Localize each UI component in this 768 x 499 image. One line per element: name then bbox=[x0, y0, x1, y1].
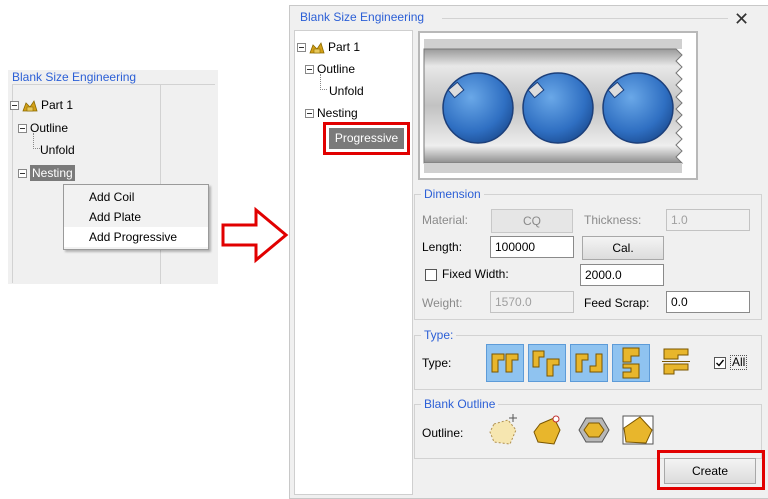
progressive-preview-image bbox=[418, 31, 698, 180]
part-icon bbox=[309, 42, 325, 54]
context-menu: Add Coil Add Plate Add Progressive bbox=[63, 184, 209, 250]
collapse-icon[interactable] bbox=[297, 43, 306, 53]
cal-button[interactable]: Cal. bbox=[582, 236, 664, 260]
type-opposed-l-button[interactable] bbox=[486, 344, 524, 382]
type-legend: Type: bbox=[421, 328, 457, 342]
collapse-icon[interactable] bbox=[305, 109, 314, 119]
type-staggered-l-icon bbox=[532, 350, 560, 377]
tree-outline[interactable]: Outline bbox=[305, 62, 355, 76]
menu-add-progressive[interactable]: Add Progressive bbox=[64, 227, 208, 247]
type-staggered-l-button[interactable] bbox=[528, 344, 566, 382]
material-label: Material: bbox=[422, 213, 469, 227]
title-rule bbox=[442, 18, 728, 19]
type-horizontal-stack-button[interactable] bbox=[658, 344, 696, 382]
type-horizontal-stack-icon bbox=[662, 348, 690, 375]
outline-hexagon-icon[interactable] bbox=[576, 412, 612, 448]
weight-label: Weight: bbox=[422, 296, 463, 310]
dialog-title: Blank Size Engineering bbox=[298, 10, 427, 24]
dimension-legend: Dimension bbox=[421, 187, 484, 201]
outline-label: Outline: bbox=[422, 426, 464, 440]
thickness-label: Thickness: bbox=[584, 213, 642, 227]
part-icon bbox=[22, 100, 38, 112]
tree-nesting[interactable]: Nesting bbox=[305, 106, 358, 120]
type-mirrored-l-icon bbox=[575, 353, 603, 373]
dialog-tree-panel: Part 1 Outline Unfold Nesting Progressiv… bbox=[294, 30, 413, 495]
outline-polygon-icon[interactable] bbox=[530, 412, 566, 448]
outline-bounding-box-icon[interactable] bbox=[620, 412, 656, 448]
right-arrow-icon bbox=[221, 206, 289, 264]
checkmark-icon bbox=[716, 359, 725, 367]
tree-progressive[interactable]: Progressive bbox=[329, 128, 404, 149]
blank-outline-legend: Blank Outline bbox=[421, 397, 499, 411]
tree-connector bbox=[33, 133, 40, 149]
fixed-width-input[interactable]: 2000.0 bbox=[580, 264, 664, 286]
blank-size-dialog: Blank Size Engineering ✕ Part 1 Outline … bbox=[289, 5, 768, 499]
all-checkbox[interactable] bbox=[714, 357, 726, 369]
thickness-input[interactable]: 1.0 bbox=[666, 209, 750, 231]
menu-add-plate[interactable]: Add Plate bbox=[64, 207, 208, 227]
fixed-width-checkbox[interactable] bbox=[425, 269, 437, 281]
outline-add-point-icon[interactable] bbox=[486, 412, 522, 448]
fixed-width-label: Fixed Width: bbox=[442, 267, 509, 281]
tree-connector bbox=[320, 74, 327, 90]
material-button[interactable]: CQ bbox=[491, 209, 573, 233]
all-label: All bbox=[730, 355, 748, 370]
type-vertical-stack-button[interactable] bbox=[612, 344, 650, 382]
feed-scrap-input[interactable]: 0.0 bbox=[666, 291, 750, 313]
tree-nesting-label: Nesting bbox=[317, 106, 358, 120]
left-tree-unfold[interactable]: Unfold bbox=[40, 143, 75, 157]
left-tree-part-label: Part 1 bbox=[41, 98, 74, 112]
left-tree-part[interactable]: Part 1 bbox=[10, 98, 73, 112]
left-tree-outline[interactable]: Outline bbox=[18, 121, 68, 135]
length-label: Length: bbox=[422, 240, 463, 254]
close-icon[interactable]: ✕ bbox=[734, 9, 749, 30]
collapse-icon[interactable] bbox=[10, 101, 19, 111]
left-tree-panel: Blank Size Engineering Part 1 Outline Un… bbox=[8, 70, 218, 284]
coil-preview-graphic bbox=[420, 33, 696, 178]
tree-unfold[interactable]: Unfold bbox=[329, 84, 364, 98]
left-group-title: Blank Size Engineering bbox=[10, 70, 139, 84]
type-opposed-l-icon bbox=[491, 353, 519, 373]
length-input[interactable]: 100000 bbox=[490, 236, 574, 258]
collapse-icon[interactable] bbox=[18, 124, 27, 134]
create-button[interactable]: Create bbox=[664, 458, 756, 484]
type-mirrored-l-button[interactable] bbox=[570, 344, 608, 382]
type-label: Type: bbox=[422, 356, 452, 370]
tree-part[interactable]: Part 1 bbox=[297, 40, 360, 54]
left-tree-nesting-label: Nesting bbox=[30, 165, 75, 181]
weight-input[interactable]: 1570.0 bbox=[490, 291, 574, 313]
type-vertical-stack-icon bbox=[622, 347, 640, 379]
collapse-icon[interactable] bbox=[305, 65, 314, 75]
tree-part-label: Part 1 bbox=[328, 40, 361, 54]
left-tree-nesting[interactable]: Nesting bbox=[18, 165, 75, 181]
menu-add-coil[interactable]: Add Coil bbox=[64, 187, 208, 207]
feed-scrap-label: Feed Scrap: bbox=[584, 296, 650, 310]
collapse-icon[interactable] bbox=[18, 169, 27, 179]
